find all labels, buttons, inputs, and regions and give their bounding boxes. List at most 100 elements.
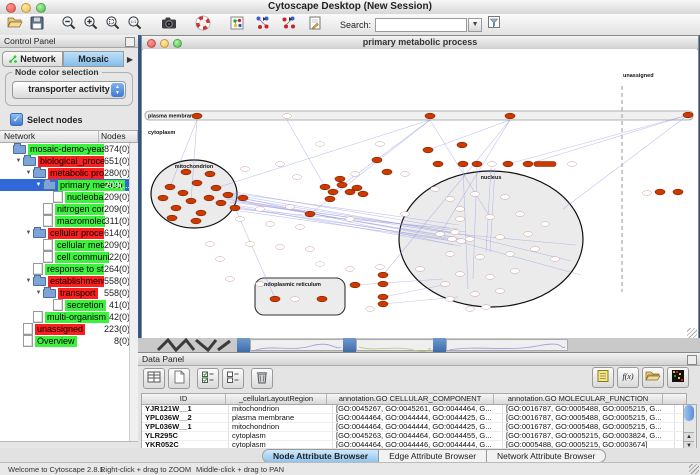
close-button[interactable]	[6, 3, 16, 13]
node[interactable]	[241, 167, 250, 172]
search-dropdown-button[interactable]: ▼	[468, 18, 482, 32]
tree-row[interactable]: ▼transport558(0)	[0, 287, 138, 299]
node[interactable]	[436, 232, 445, 237]
zoom-button[interactable]	[173, 39, 182, 48]
collapse-icon[interactable]: ▼	[34, 182, 43, 188]
node-selected-color[interactable]	[458, 161, 468, 167]
layout-a-button[interactable]	[252, 16, 274, 34]
node[interactable]	[482, 305, 491, 310]
node[interactable]	[376, 265, 385, 270]
table-row[interactable]: YPL036W__2plasma membrane[GO:0044464, GO…	[142, 414, 686, 423]
node[interactable]	[448, 237, 457, 242]
node-selected-color[interactable]	[238, 195, 248, 201]
node-selected-color[interactable]	[167, 215, 177, 221]
node-selected-color[interactable]	[503, 161, 513, 167]
node[interactable]	[366, 307, 375, 312]
tree-scrollbar[interactable]	[129, 143, 138, 441]
scrollbar-thumb[interactable]	[684, 405, 694, 421]
search-input[interactable]	[375, 18, 467, 32]
node-selected-color[interactable]	[683, 112, 693, 118]
background-window-pane[interactable]	[446, 339, 568, 351]
node[interactable]	[401, 212, 410, 217]
node-selected-color[interactable]	[230, 205, 240, 211]
select-attr-button[interactable]	[197, 368, 219, 389]
snapshot-button[interactable]	[158, 16, 180, 34]
node-selected-color[interactable]	[372, 157, 382, 163]
new-doc-button[interactable]	[168, 368, 190, 389]
node[interactable]	[266, 222, 275, 227]
tree-row[interactable]: response to stimul264(0)	[0, 263, 138, 275]
node[interactable]	[456, 217, 465, 222]
node[interactable]	[256, 207, 265, 212]
mosaic-button[interactable]	[226, 16, 248, 34]
minimize-button[interactable]	[21, 3, 31, 13]
node[interactable]	[226, 277, 235, 282]
node-selected-color[interactable]	[171, 205, 181, 211]
node-selected-color[interactable]	[378, 272, 388, 278]
node[interactable]	[541, 222, 550, 227]
node-selected-color[interactable]	[223, 192, 233, 198]
node-selected-color[interactable]	[165, 184, 175, 190]
node-selected-color[interactable]	[191, 218, 201, 224]
node-selected-color[interactable]	[335, 176, 345, 182]
tree-column-network[interactable]: Network	[0, 131, 99, 142]
node[interactable]	[531, 247, 540, 252]
background-window-pane[interactable]	[356, 339, 434, 351]
node-selected-color[interactable]	[433, 161, 443, 167]
background-window-pane[interactable]	[250, 339, 344, 351]
collapse-icon[interactable]: ▼	[34, 290, 43, 296]
node-selected-color[interactable]	[423, 147, 433, 153]
node[interactable]	[456, 272, 465, 277]
node-selected-color[interactable]	[158, 195, 168, 201]
column-header[interactable]: ID	[142, 394, 226, 404]
zoom-out-button[interactable]	[58, 16, 80, 34]
node[interactable]	[416, 267, 425, 272]
window-titlebar[interactable]: Cytoscape Desktop (New Session)	[0, 0, 700, 15]
table-row[interactable]: YLR295Ccytoplasm[GO:0045263, GO:0044464,…	[142, 432, 686, 441]
network-window-titlebar[interactable]: primary metabolic process	[142, 36, 698, 50]
node[interactable]	[516, 212, 525, 217]
node-selected-color[interactable]	[178, 190, 188, 196]
column-header[interactable]: _cellularLayoutRegion	[226, 394, 327, 404]
node[interactable]	[346, 267, 355, 272]
node[interactable]	[256, 282, 265, 287]
save-button[interactable]	[26, 16, 48, 34]
node-selected-color[interactable]	[378, 281, 388, 287]
tree-row[interactable]: mosaic-demo-yeast874(0)	[0, 143, 138, 155]
node[interactable]	[643, 191, 652, 196]
formula-button[interactable]: f(x)	[617, 367, 639, 388]
node-selected-color[interactable]	[317, 296, 327, 302]
node[interactable]	[476, 255, 485, 260]
close-button[interactable]	[147, 39, 156, 48]
node[interactable]	[246, 242, 255, 247]
node[interactable]	[316, 262, 325, 267]
node-selected-color[interactable]	[350, 282, 360, 288]
tree-row[interactable]: Overview8(0)	[0, 335, 138, 347]
collapse-icon[interactable]: ▼	[24, 278, 33, 284]
node-selected-color[interactable]	[186, 198, 196, 204]
tree-row[interactable]: ▼cellular process614(0)	[0, 227, 138, 239]
node-selected-color[interactable]	[305, 211, 315, 217]
node[interactable]	[216, 257, 225, 262]
tree-row[interactable]: unassigned223(0)	[0, 323, 138, 335]
tree-row[interactable]: multi-organism pro42(0)	[0, 311, 138, 323]
help-button[interactable]	[192, 16, 214, 34]
node-selected-color[interactable]	[382, 169, 392, 175]
node-selected-color[interactable]	[534, 162, 556, 167]
tab-node-attribute-browser[interactable]: Node Attribute Browser	[263, 450, 379, 462]
node[interactable]	[457, 239, 466, 244]
table-button[interactable]	[143, 368, 165, 389]
node-selected-color[interactable]	[320, 184, 330, 190]
node[interactable]	[486, 215, 495, 220]
delete-button[interactable]	[251, 368, 273, 389]
window-resize-grip[interactable]	[687, 328, 697, 338]
node[interactable]	[496, 289, 505, 294]
node[interactable]	[524, 232, 533, 237]
tree-row[interactable]: secretion41(0)	[0, 299, 138, 311]
node[interactable]	[376, 142, 385, 147]
node[interactable]	[466, 307, 475, 312]
table-row[interactable]: YPL036W__1mitochondrion[GO:0044464, GO:0…	[142, 423, 686, 432]
tab-network-attribute-browser[interactable]: Network Attribute Browser	[487, 450, 605, 462]
tree-row[interactable]: macromolecule311(0)	[0, 215, 138, 227]
node-selected-color[interactable]	[337, 182, 347, 188]
